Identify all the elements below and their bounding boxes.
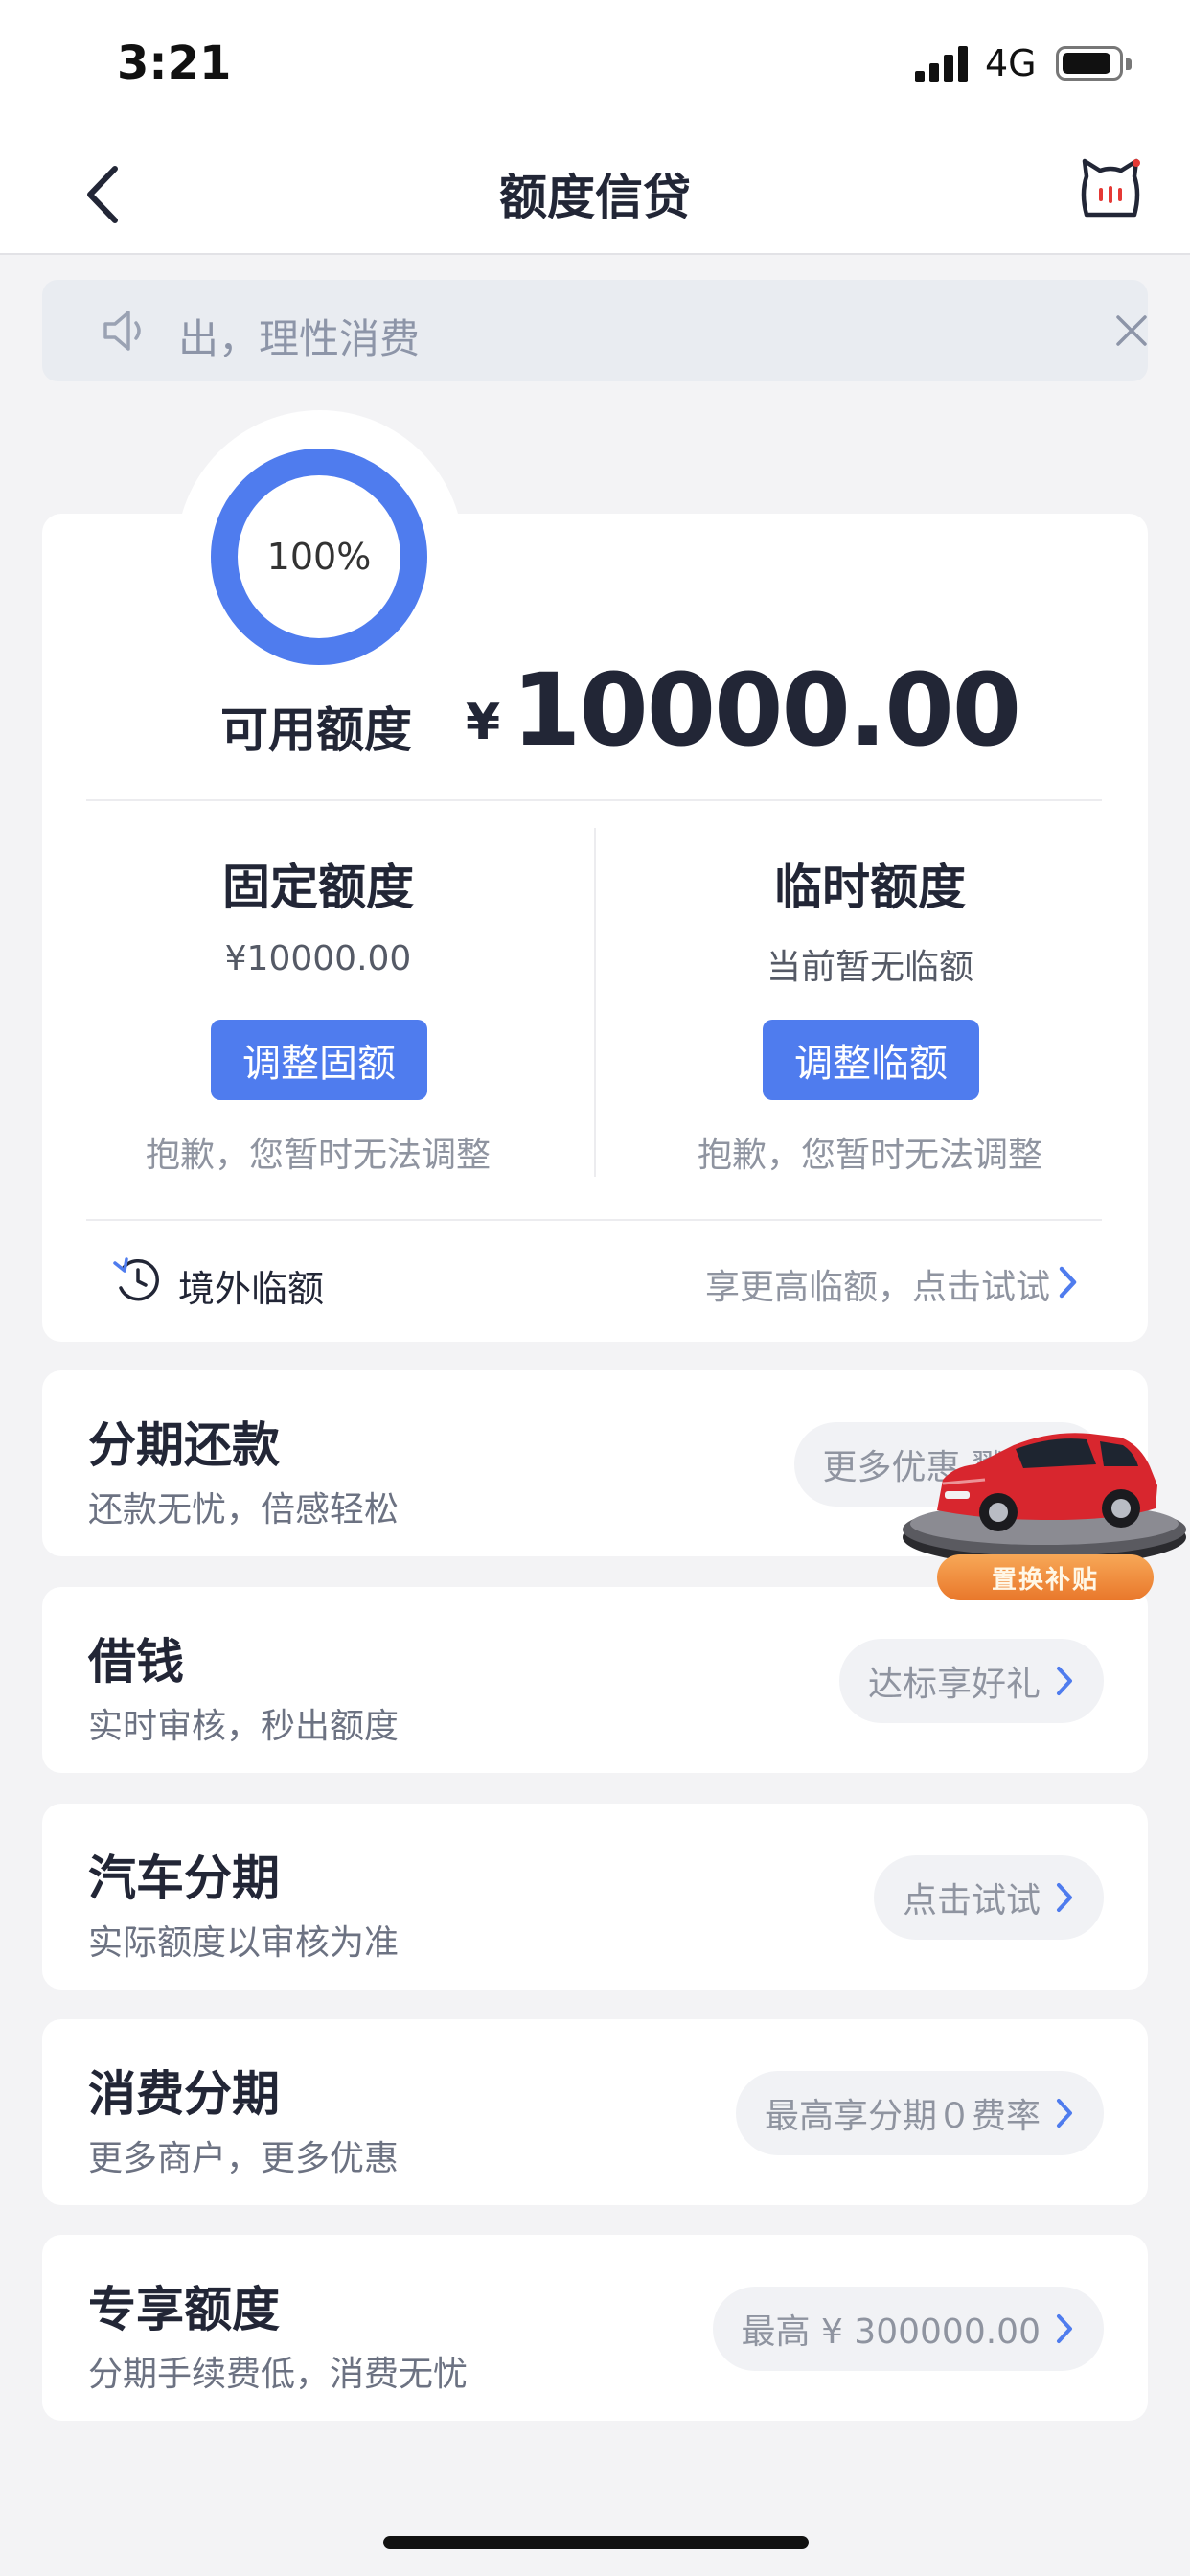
status-bar: 3:21 4G [0, 0, 1190, 134]
item-subtitle: 分期手续费低，消费无忧 [88, 2355, 469, 2394]
chevron-right-icon [1057, 2099, 1072, 2128]
currency-symbol: ¥ [466, 694, 501, 751]
overseas-credit-tip[interactable]: 享更高临额，点击试试 [705, 1259, 1050, 1309]
list-item-car-installment[interactable]: 汽车分期 实际额度以审核为准 点击试试 [42, 1804, 1148, 1990]
signal-icon [915, 44, 971, 82]
item-action-label: 达标享好礼 [867, 1665, 1041, 1704]
fixed-credit-value: ¥10000.00 [224, 939, 412, 978]
item-action-pill[interactable]: 最高 ¥ 300000.00 [712, 2287, 1104, 2371]
nav-bar: 额度信贷 [0, 134, 1190, 255]
divider [86, 1219, 1102, 1221]
chevron-right-icon [1057, 1667, 1072, 1695]
overseas-clock-icon [113, 1257, 159, 1301]
overseas-credit-label[interactable]: 境外临额 [178, 1259, 324, 1312]
temporary-credit-title: 临时额度 [774, 860, 966, 915]
network-label: 4G [985, 42, 1037, 84]
item-title: 借钱 [88, 1634, 184, 1690]
item-title: 汽车分期 [88, 1851, 280, 1906]
fixed-credit-title: 固定额度 [222, 860, 414, 915]
list-item-consumer-installment[interactable]: 消费分期 更多商户，更多优惠 最高享分期０费率 [42, 2019, 1148, 2205]
item-title: 分期还款 [88, 1417, 280, 1473]
item-subtitle: 还款无忧，倍感轻松 [88, 1490, 400, 1530]
available-credit-amount: 10000.00 [512, 652, 1021, 769]
item-action-pill[interactable]: 点击试试 [873, 1855, 1104, 1940]
cat-face-icon [1081, 158, 1140, 218]
item-subtitle: 实时审核，秒出额度 [88, 1707, 400, 1746]
chevron-right-icon [1057, 2314, 1072, 2343]
close-icon[interactable] [1113, 312, 1150, 349]
battery-icon [1056, 46, 1132, 80]
item-action-pill[interactable]: 达标享好礼 [838, 1639, 1104, 1723]
credit-progress-percent: 100% [266, 536, 372, 578]
item-action-label: 点击试试 [902, 1881, 1041, 1920]
item-subtitle: 更多商户，更多优惠 [88, 2139, 400, 2178]
chevron-right-icon [1057, 1883, 1072, 1912]
item-title: 专享额度 [88, 2282, 280, 2337]
trade-in-subsidy-badge[interactable]: 置换补贴 [937, 1554, 1154, 1600]
speaker-icon [103, 310, 141, 351]
item-action-label: 最高 ¥ 300000.00 [741, 2312, 1041, 2352]
list-item-exclusive-credit[interactable]: 专享额度 分期手续费低，消费无忧 最高 ¥ 300000.00 [42, 2235, 1148, 2421]
home-indicator [383, 2536, 809, 2549]
notice-text: 出，理性消费 [178, 315, 421, 362]
adjust-fixed-credit-button[interactable]: 调整固额 [211, 1020, 427, 1100]
item-subtitle: 实际额度以审核为准 [88, 1923, 400, 1963]
customer-service-button[interactable] [1077, 155, 1144, 222]
list-item-borrow-money[interactable]: 借钱 实时审核，秒出额度 达标享好礼 [42, 1587, 1148, 1773]
divider [86, 799, 1102, 801]
item-title: 消费分期 [88, 2066, 280, 2122]
adjust-temporary-credit-button[interactable]: 调整临额 [763, 1020, 979, 1100]
notice-banner: 出，理性消费 [42, 280, 1148, 381]
chevron-right-icon[interactable] [1054, 1263, 1081, 1301]
column-divider [594, 828, 596, 1177]
temporary-credit-note: 抱歉，您暂时无法调整 [697, 1136, 1042, 1175]
fixed-credit-note: 抱歉，您暂时无法调整 [145, 1136, 491, 1175]
available-credit-label: 可用额度 [220, 702, 412, 758]
item-action-label: 最高享分期０费率 [764, 2097, 1041, 2136]
page-title: 额度信贷 [499, 170, 691, 225]
status-time: 3:21 [117, 36, 232, 90]
temporary-credit-value: 当前暂无临额 [766, 948, 973, 987]
item-action-pill[interactable]: 最高享分期０费率 [735, 2071, 1104, 2155]
